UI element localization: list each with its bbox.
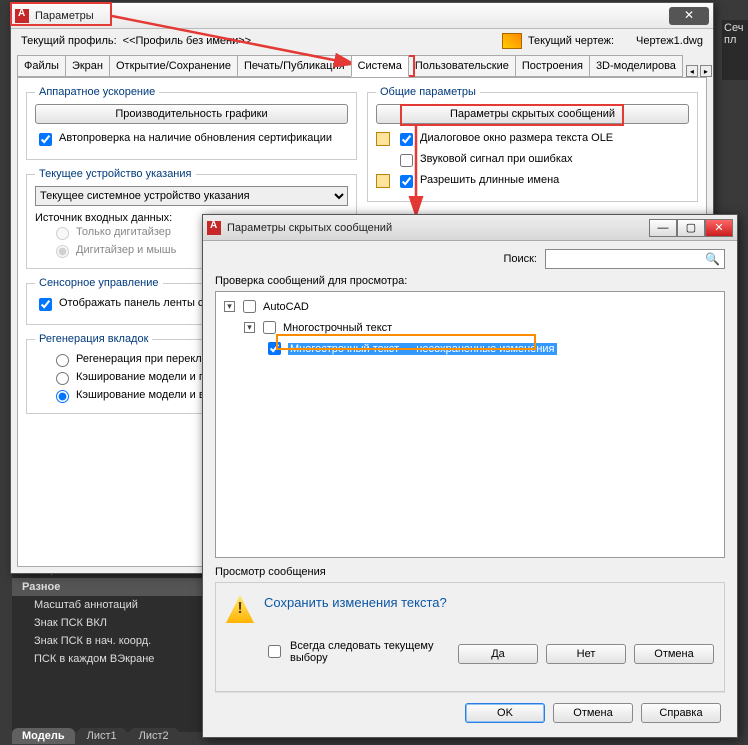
- yes-button[interactable]: Да: [458, 644, 538, 664]
- group-general: Общие параметры Параметры скрытых сообще…: [367, 86, 698, 202]
- dialog-title: Параметры: [35, 10, 669, 22]
- radio-regen-switch[interactable]: [56, 354, 69, 367]
- ole-text-checkbox[interactable]: [400, 133, 413, 146]
- cancel-button[interactable]: Отмена: [553, 703, 633, 723]
- close-button[interactable]: ✕: [705, 219, 733, 237]
- hidden-messages-button[interactable]: Параметры скрытых сообщений: [376, 104, 689, 124]
- maximize-button[interactable]: ▢: [677, 219, 705, 237]
- legend-regen: Регенерация вкладок: [35, 333, 152, 345]
- dialog-title: Параметры скрытых сообщений: [227, 222, 649, 234]
- title-bar: Параметры ✕: [11, 3, 713, 29]
- tab-files[interactable]: Файлы: [17, 55, 66, 77]
- legend-general: Общие параметры: [376, 86, 480, 98]
- longnames-label: Разрешить длинные имена: [420, 174, 559, 186]
- graphics-performance-button[interactable]: Производительность графики: [35, 104, 348, 124]
- side-panel-fragment: Сеч пл: [722, 20, 748, 80]
- radio-cache-all[interactable]: [56, 390, 69, 403]
- tree-label: AutoCAD: [263, 301, 309, 313]
- prop-row: ПСК в каждом ВЭкране: [12, 650, 212, 668]
- radio-digitizer-only: [56, 227, 69, 240]
- tree-checkbox[interactable]: [263, 321, 276, 334]
- tree-label: Многострочный текст: [283, 322, 392, 334]
- always-follow-label: Всегда следовать текущему выбору: [290, 640, 452, 664]
- tab-system[interactable]: Система: [351, 55, 409, 77]
- message-tree[interactable]: ▾ AutoCAD ▾ Многострочный текст Многостр…: [215, 291, 725, 558]
- pointing-device-select[interactable]: Текущее системное устройство указания: [35, 186, 348, 206]
- tab-scroll-right[interactable]: ▸: [700, 65, 712, 77]
- prop-row: Знак ПСК в нач. коорд.: [12, 632, 212, 650]
- profile-value: <<Профиль без имени>>: [123, 35, 251, 47]
- warning-icon: !: [226, 595, 254, 623]
- radio-digitizer-mouse: [56, 245, 69, 258]
- search-label: Поиск:: [503, 253, 537, 265]
- ok-button[interactable]: OK: [465, 703, 545, 723]
- layout-tab-sheet1[interactable]: Лист1: [77, 728, 127, 744]
- tab-plot[interactable]: Печать/Публикация: [237, 55, 352, 77]
- help-button[interactable]: Справка: [641, 703, 721, 723]
- longnames-checkbox[interactable]: [400, 175, 413, 188]
- tab-scroll-left[interactable]: ◂: [686, 65, 698, 77]
- list-label: Проверка сообщений для просмотра:: [215, 275, 725, 287]
- layout-tabs: Модель Лист1 Лист2: [12, 726, 181, 744]
- hidden-messages-dialog: Параметры скрытых сообщений — ▢ ✕ Поиск:…: [202, 214, 738, 738]
- legend-pointing: Текущее устройство указания: [35, 168, 196, 180]
- close-button[interactable]: ✕: [669, 7, 709, 25]
- radio-cache-model[interactable]: [56, 372, 69, 385]
- preview-message: Сохранить изменения текста?: [264, 595, 714, 610]
- group-hw-accel: Аппаратное ускорение Производительность …: [26, 86, 357, 160]
- tab-user[interactable]: Пользовательские: [408, 55, 516, 77]
- tab-open-save[interactable]: Открытие/Сохранение: [109, 55, 238, 77]
- profile-label: Текущий профиль:: [21, 35, 117, 47]
- label-digitizer-only: Только дигитайзер: [76, 226, 171, 238]
- autocad-icon: [15, 9, 29, 23]
- prop-row: Масштаб аннотаций: [12, 596, 212, 614]
- drawing-value: Чертеж1.dwg: [636, 35, 703, 47]
- tab-3d[interactable]: 3D-моделирова: [589, 55, 683, 77]
- tree-root[interactable]: ▾ AutoCAD: [220, 296, 720, 317]
- beep-checkbox[interactable]: [400, 154, 413, 167]
- search-icon: 🔍: [705, 252, 720, 266]
- tab-drafting[interactable]: Построения: [515, 55, 590, 77]
- preview-box: ! Сохранить изменения текста? Всегда сле…: [215, 582, 725, 692]
- search-input[interactable]: 🔍: [545, 249, 725, 269]
- minimize-button[interactable]: —: [649, 219, 677, 237]
- collapse-icon[interactable]: ▾: [244, 322, 255, 333]
- beep-label: Звуковой сигнал при ошибках: [420, 153, 573, 165]
- autocad-icon: [207, 221, 221, 235]
- label-digitizer-mouse: Дигитайзер и мышь: [76, 244, 176, 256]
- tab-display[interactable]: Экран: [65, 55, 110, 77]
- legend-touch: Сенсорное управление: [35, 277, 163, 289]
- tree-leaf-selected[interactable]: Многострочный текст — несохраненные изме…: [220, 338, 720, 359]
- tree-child[interactable]: ▾ Многострочный текст: [220, 317, 720, 338]
- prop-row: Знак ПСК ВКЛ: [12, 614, 212, 632]
- title-bar: Параметры скрытых сообщений — ▢ ✕: [203, 215, 737, 241]
- dwg-icon: [502, 33, 522, 49]
- always-follow-checkbox[interactable]: [268, 645, 281, 658]
- collapse-icon[interactable]: ▾: [224, 301, 235, 312]
- tree-label: Многострочный текст — несохраненные изме…: [288, 343, 557, 355]
- tab-strip: Файлы Экран Открытие/Сохранение Печать/П…: [11, 55, 713, 77]
- dwg-pref-icon: [376, 174, 390, 188]
- preview-legend: Просмотр сообщения: [215, 566, 725, 578]
- tree-checkbox[interactable]: [243, 300, 256, 313]
- dwg-pref-icon: [376, 132, 390, 146]
- autocheck-cert-checkbox[interactable]: [39, 133, 52, 146]
- drawing-label: Текущий чертеж:: [528, 35, 614, 47]
- cancel-button[interactable]: Отмена: [634, 644, 714, 664]
- touch-ribbon-checkbox[interactable]: [39, 298, 52, 311]
- layout-tab-model[interactable]: Модель: [12, 728, 75, 744]
- ole-text-label: Диалоговое окно размера текста OLE: [420, 132, 613, 144]
- legend-hw: Аппаратное ускорение: [35, 86, 159, 98]
- prop-group-header[interactable]: Разное: [12, 578, 212, 596]
- tree-checkbox[interactable]: [268, 342, 281, 355]
- layout-tab-sheet2[interactable]: Лист2: [129, 728, 179, 744]
- properties-panel: Ширина Разное Масштаб аннотаций Знак ПСК…: [12, 556, 212, 732]
- no-button[interactable]: Нет: [546, 644, 626, 664]
- autocheck-cert-label: Автопроверка на наличие обновления серти…: [59, 132, 332, 144]
